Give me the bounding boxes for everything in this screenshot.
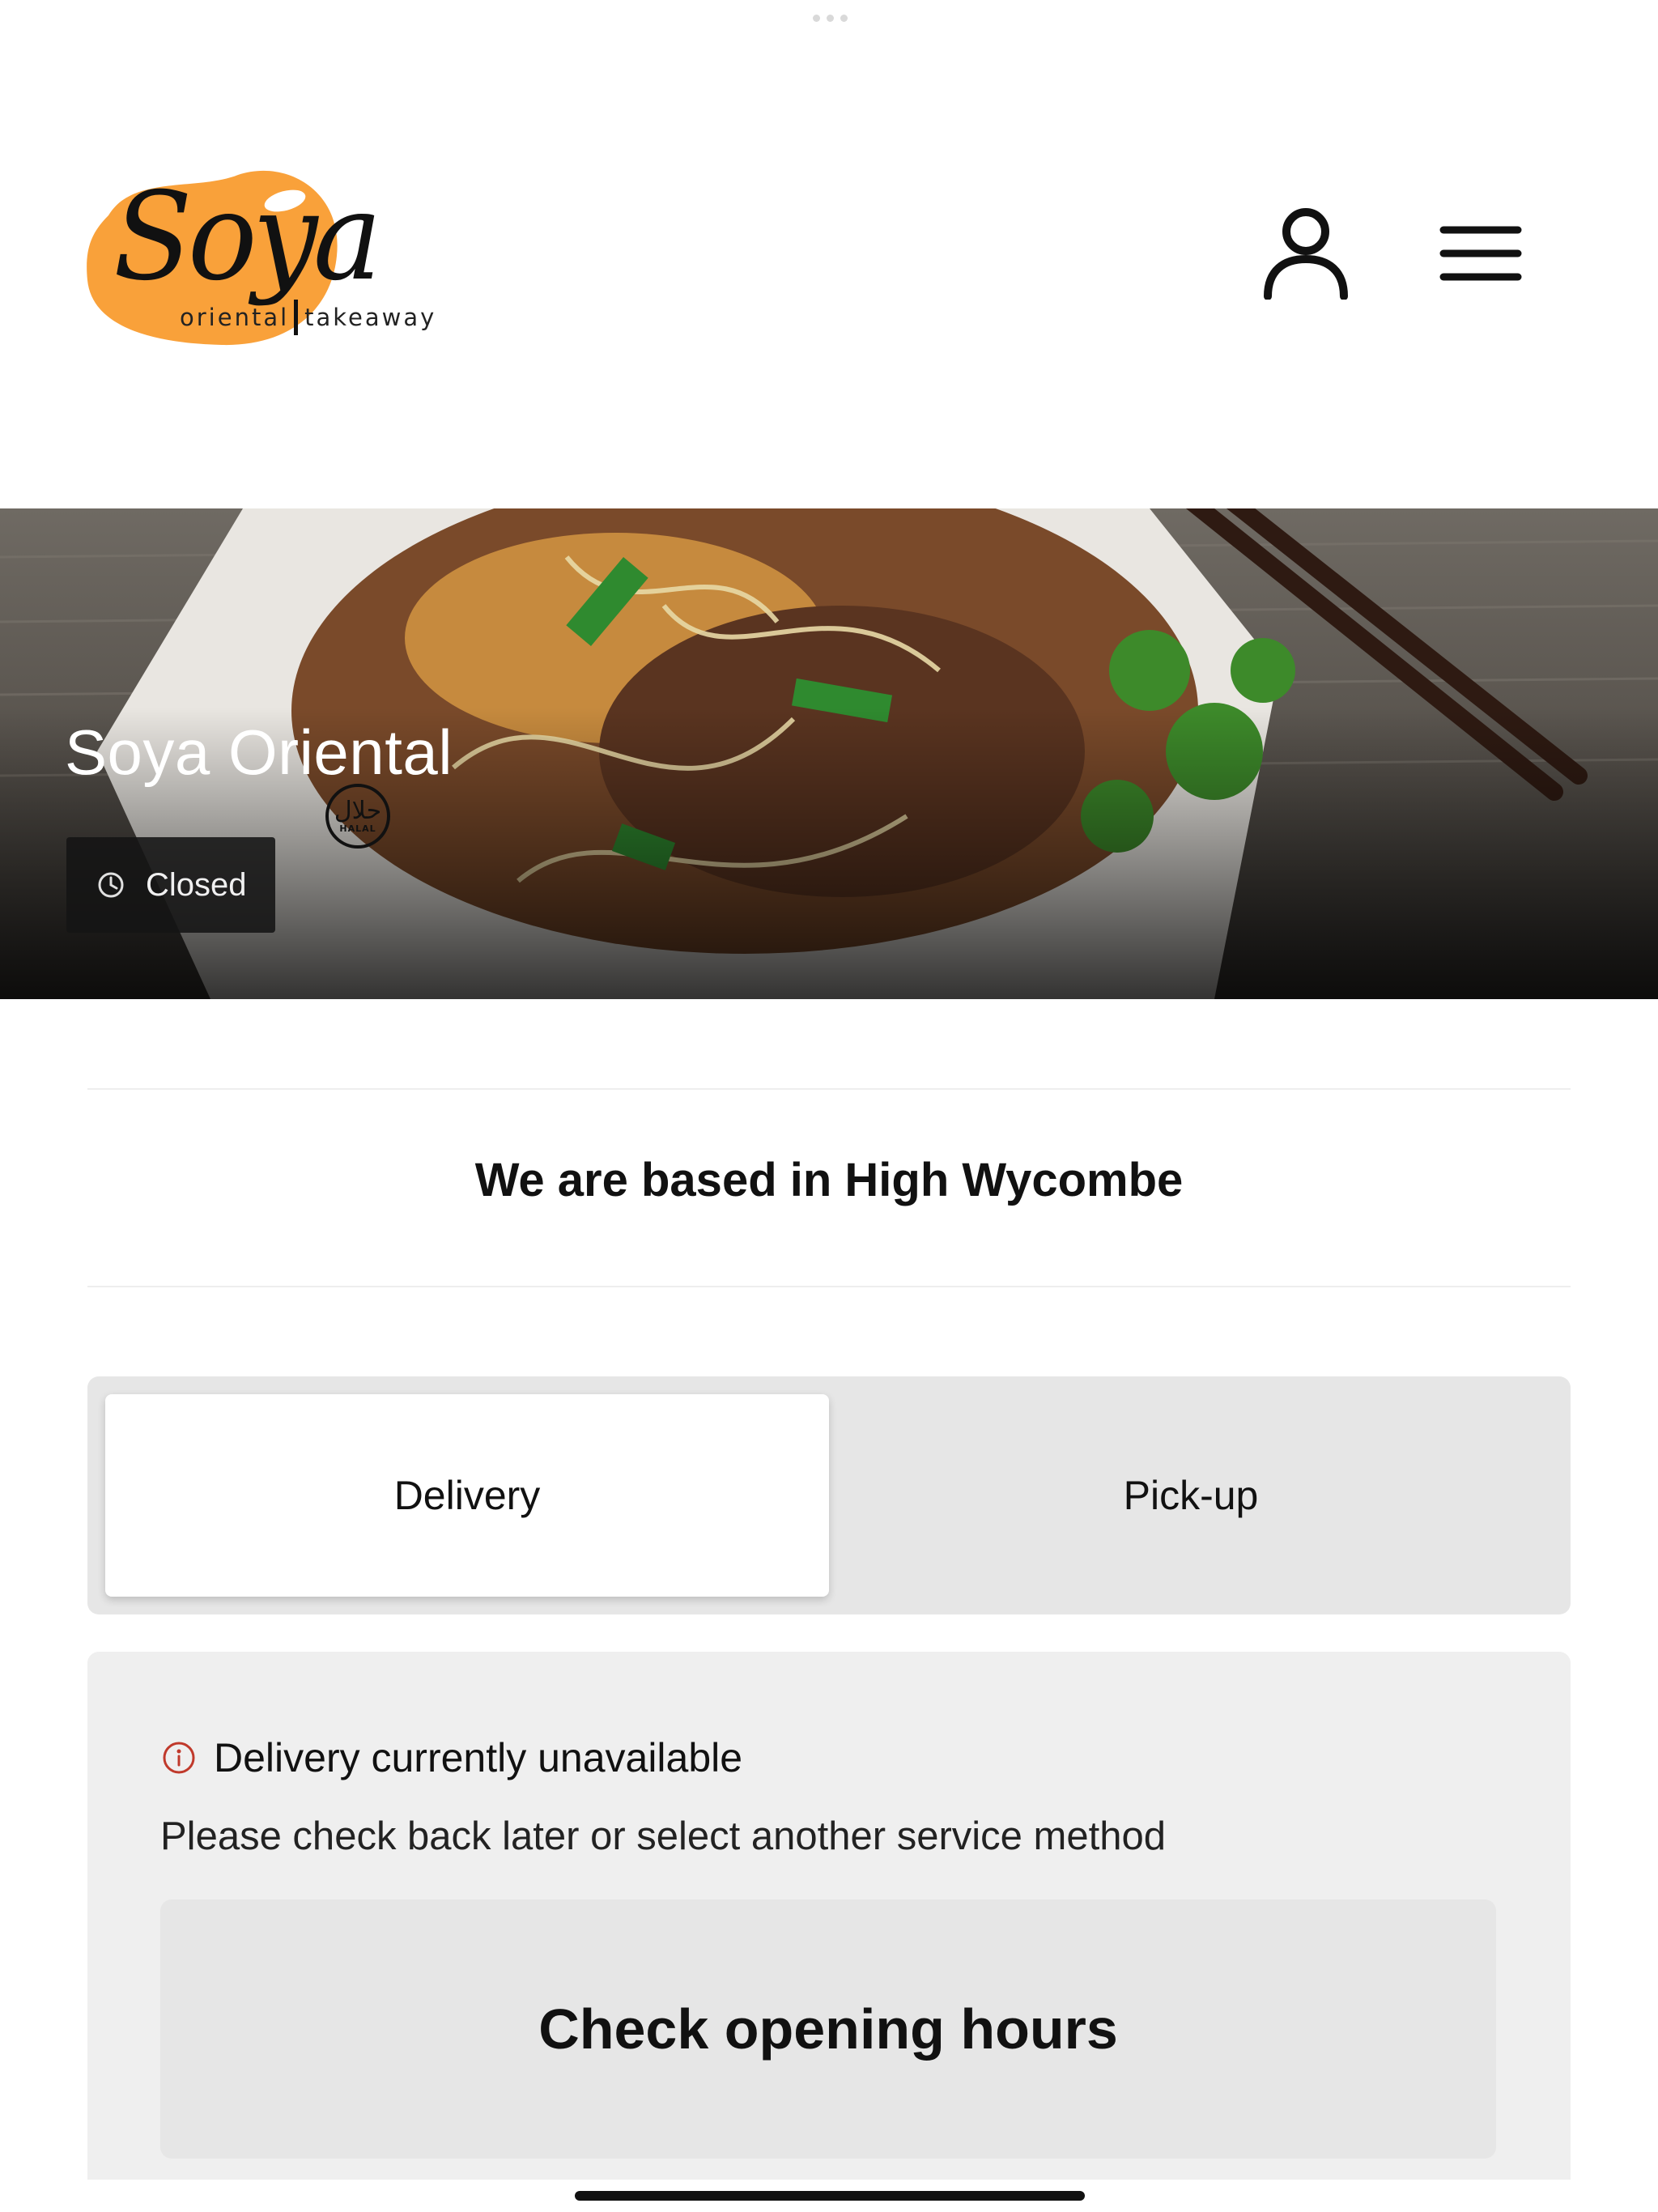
site-header: Soya oriental takeaway xyxy=(0,0,1658,508)
divider xyxy=(87,1088,1571,1090)
notice-body: Please check back later or select anothe… xyxy=(160,1814,1166,1858)
halal-badge-label: HALAL xyxy=(339,823,376,834)
divider xyxy=(87,1286,1571,1287)
status-badge: Closed xyxy=(66,837,275,933)
soya-logo[interactable]: Soya oriental takeaway xyxy=(84,160,434,347)
clock-icon xyxy=(98,872,124,898)
info-icon xyxy=(163,1742,195,1774)
halal-badge: حلال HALAL xyxy=(325,784,390,849)
service-method-tabs: Delivery Pick-up xyxy=(87,1376,1571,1614)
hamburger-menu-icon xyxy=(1439,226,1522,281)
tab-pick-up[interactable]: Pick-up xyxy=(829,1394,1553,1597)
check-opening-hours-button[interactable]: Check opening hours xyxy=(160,1899,1496,2159)
user-icon xyxy=(1264,208,1348,300)
notice-heading-text: Delivery currently unavailable xyxy=(214,1735,743,1780)
halal-badge-arabic: حلال xyxy=(334,796,382,825)
notice-heading: Delivery currently unavailable xyxy=(162,1734,742,1781)
location-text: We are based in High Wycombe xyxy=(474,1154,1184,1206)
logo-subtitle: oriental takeaway xyxy=(180,300,436,335)
hero-banner: Soya Oriental حلال HALAL Closed xyxy=(0,508,1658,999)
restaurant-name: Soya Oriental xyxy=(65,717,453,788)
logo-subtitle-left: oriental xyxy=(180,304,290,331)
delivery-notice: Delivery currently unavailable Please ch… xyxy=(87,1652,1571,2180)
logo-wordmark: Soya xyxy=(113,167,382,308)
account-button[interactable] xyxy=(1261,206,1350,300)
home-indicator[interactable] xyxy=(575,2191,1085,2201)
logo-subtitle-right: takeaway xyxy=(304,304,437,331)
status-label: Closed xyxy=(146,866,247,903)
menu-button[interactable] xyxy=(1439,225,1522,282)
tab-delivery[interactable]: Delivery xyxy=(105,1394,829,1597)
